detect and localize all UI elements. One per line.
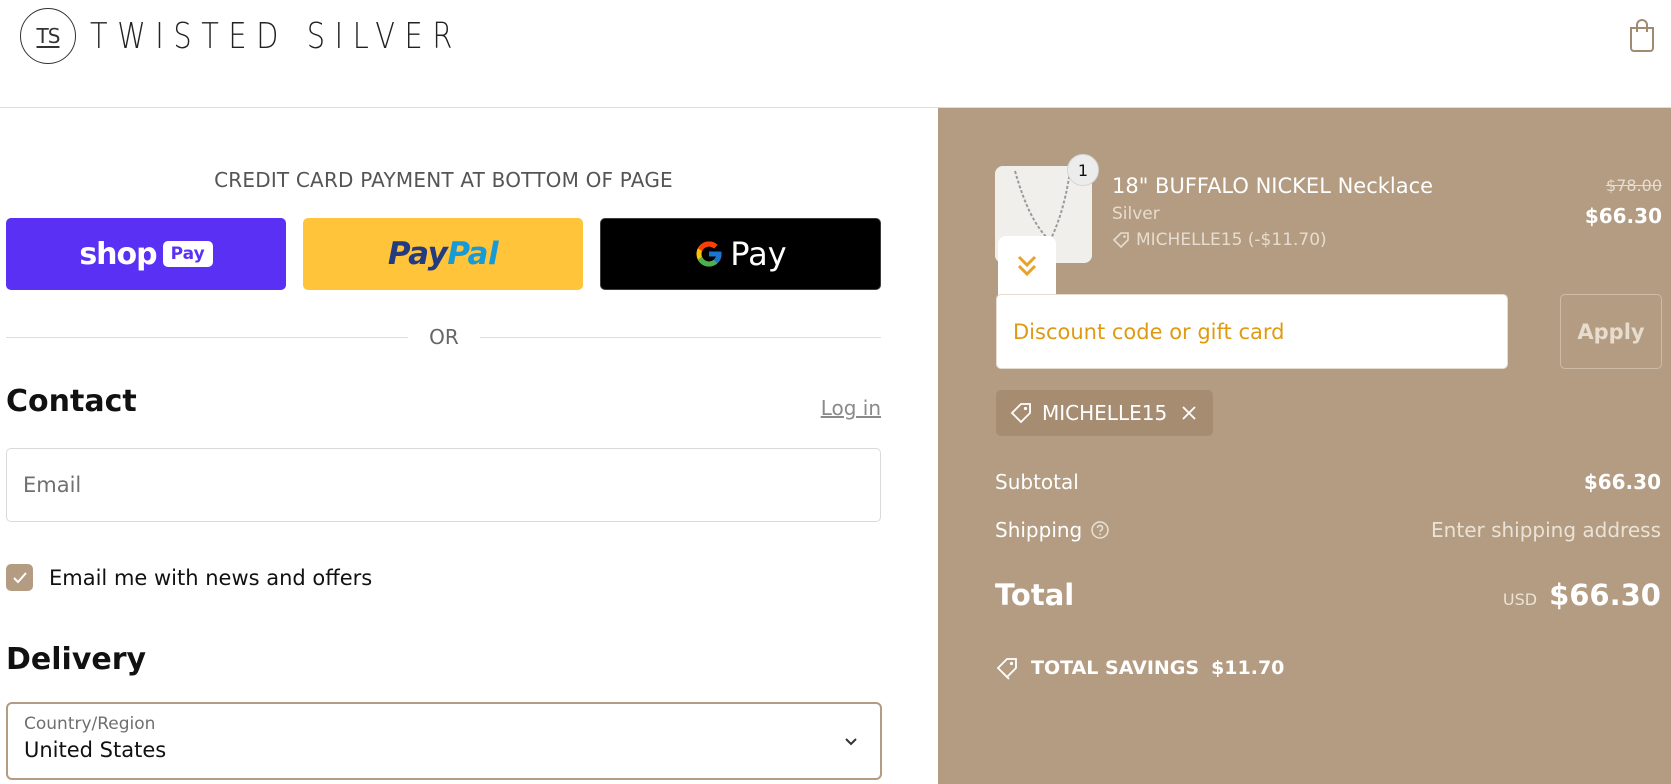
divider-line-right bbox=[480, 337, 881, 338]
logo-mark-text: TS bbox=[36, 24, 61, 48]
newsletter-label: Email me with news and offers bbox=[49, 565, 373, 590]
shopping-bag-icon[interactable] bbox=[1628, 18, 1656, 52]
product-discount: MICHELLE15 (-$11.70) bbox=[1112, 230, 1327, 250]
or-text: OR bbox=[429, 325, 459, 349]
product-variant: Silver bbox=[1112, 204, 1160, 224]
check-icon bbox=[12, 571, 27, 583]
brand-name: TWISTED SILVER bbox=[90, 15, 462, 57]
divider-line-left bbox=[6, 337, 408, 338]
or-divider: OR bbox=[6, 322, 881, 352]
product-discount-text: MICHELLE15 (-$11.70) bbox=[1136, 230, 1327, 250]
total-savings: TOTAL SAVINGS $11.70 bbox=[995, 656, 1284, 680]
discount-input[interactable] bbox=[997, 295, 1507, 368]
shipping-label-group: Shipping bbox=[995, 518, 1110, 542]
help-icon[interactable] bbox=[1090, 520, 1110, 540]
shipping-value: Enter shipping address bbox=[1431, 518, 1661, 542]
discount-field[interactable] bbox=[996, 294, 1508, 369]
shop-pay-wordmark: shop bbox=[79, 236, 157, 272]
brand-logo[interactable]: TS TWISTED SILVER bbox=[20, 8, 555, 64]
applied-code-chip: MICHELLE15 bbox=[996, 390, 1214, 436]
shop-pay-button[interactable]: shop Pay bbox=[6, 218, 286, 290]
checkout-form: CREDIT CARD PAYMENT AT BOTTOM OF PAGE sh… bbox=[0, 108, 938, 784]
login-link[interactable]: Log in bbox=[821, 396, 881, 420]
newsletter-option[interactable]: Email me with news and offers bbox=[6, 564, 372, 591]
paypal-wordmark-part1: Pay bbox=[387, 236, 448, 272]
delivery-title: Delivery bbox=[6, 642, 147, 677]
paypal-wordmark-part2: Pal bbox=[447, 236, 499, 272]
double-chevron-down-icon bbox=[1017, 255, 1037, 277]
site-header: TS TWISTED SILVER bbox=[0, 0, 1671, 108]
scroll-down-button[interactable] bbox=[998, 236, 1056, 296]
tag-icon bbox=[1010, 403, 1031, 424]
newsletter-checkbox[interactable] bbox=[6, 564, 33, 591]
total-amount: USD $66.30 bbox=[1503, 578, 1661, 612]
subtotal-label: Subtotal bbox=[995, 470, 1079, 494]
paypal-wordmark: PayPal bbox=[387, 236, 499, 272]
total-currency: USD bbox=[1502, 590, 1538, 609]
logo-mark: TS bbox=[20, 8, 76, 64]
savings-label: TOTAL SAVINGS bbox=[1031, 657, 1200, 679]
savings-value: $11.70 bbox=[1211, 657, 1285, 679]
applied-code-label: MICHELLE15 bbox=[1042, 401, 1168, 425]
total-row: Total USD $66.30 bbox=[995, 578, 1661, 612]
paypal-button[interactable]: PayPal bbox=[303, 218, 583, 290]
product-name: 18" BUFFALO NICKEL Necklace bbox=[1112, 174, 1434, 198]
email-field[interactable] bbox=[6, 448, 881, 522]
total-label: Total bbox=[995, 578, 1075, 612]
apply-discount-button[interactable]: Apply bbox=[1560, 294, 1662, 369]
shipping-row: Shipping Enter shipping address bbox=[995, 518, 1661, 542]
google-g-icon bbox=[696, 241, 722, 267]
original-price: $78.00 bbox=[1606, 176, 1662, 195]
shipping-label: Shipping bbox=[995, 518, 1083, 542]
country-value: United States bbox=[24, 738, 167, 762]
subtotal-value: $66.30 bbox=[1583, 470, 1661, 494]
google-pay-wordmark: Pay bbox=[730, 235, 787, 273]
savings-tag-icon bbox=[996, 658, 1017, 680]
country-select[interactable]: Country/Region United States bbox=[6, 702, 882, 780]
total-value: $66.30 bbox=[1549, 578, 1661, 612]
quantity-badge: 1 bbox=[1067, 154, 1099, 186]
tag-icon bbox=[1112, 232, 1129, 249]
google-pay-button[interactable]: Pay bbox=[600, 218, 881, 290]
subtotal-row: Subtotal $66.30 bbox=[995, 470, 1661, 494]
order-summary: 1 18" BUFFALO NICKEL Necklace Silver MIC… bbox=[938, 108, 1671, 784]
contact-title: Contact bbox=[6, 384, 137, 419]
final-price: $66.30 bbox=[1584, 204, 1662, 228]
country-label: Country/Region bbox=[24, 714, 156, 734]
shop-pay-badge: Pay bbox=[162, 241, 213, 267]
express-checkout-heading: CREDIT CARD PAYMENT AT BOTTOM OF PAGE bbox=[214, 168, 673, 192]
email-input[interactable] bbox=[7, 449, 880, 521]
remove-code-icon[interactable] bbox=[1181, 405, 1197, 421]
chevron-down-icon bbox=[845, 738, 857, 746]
